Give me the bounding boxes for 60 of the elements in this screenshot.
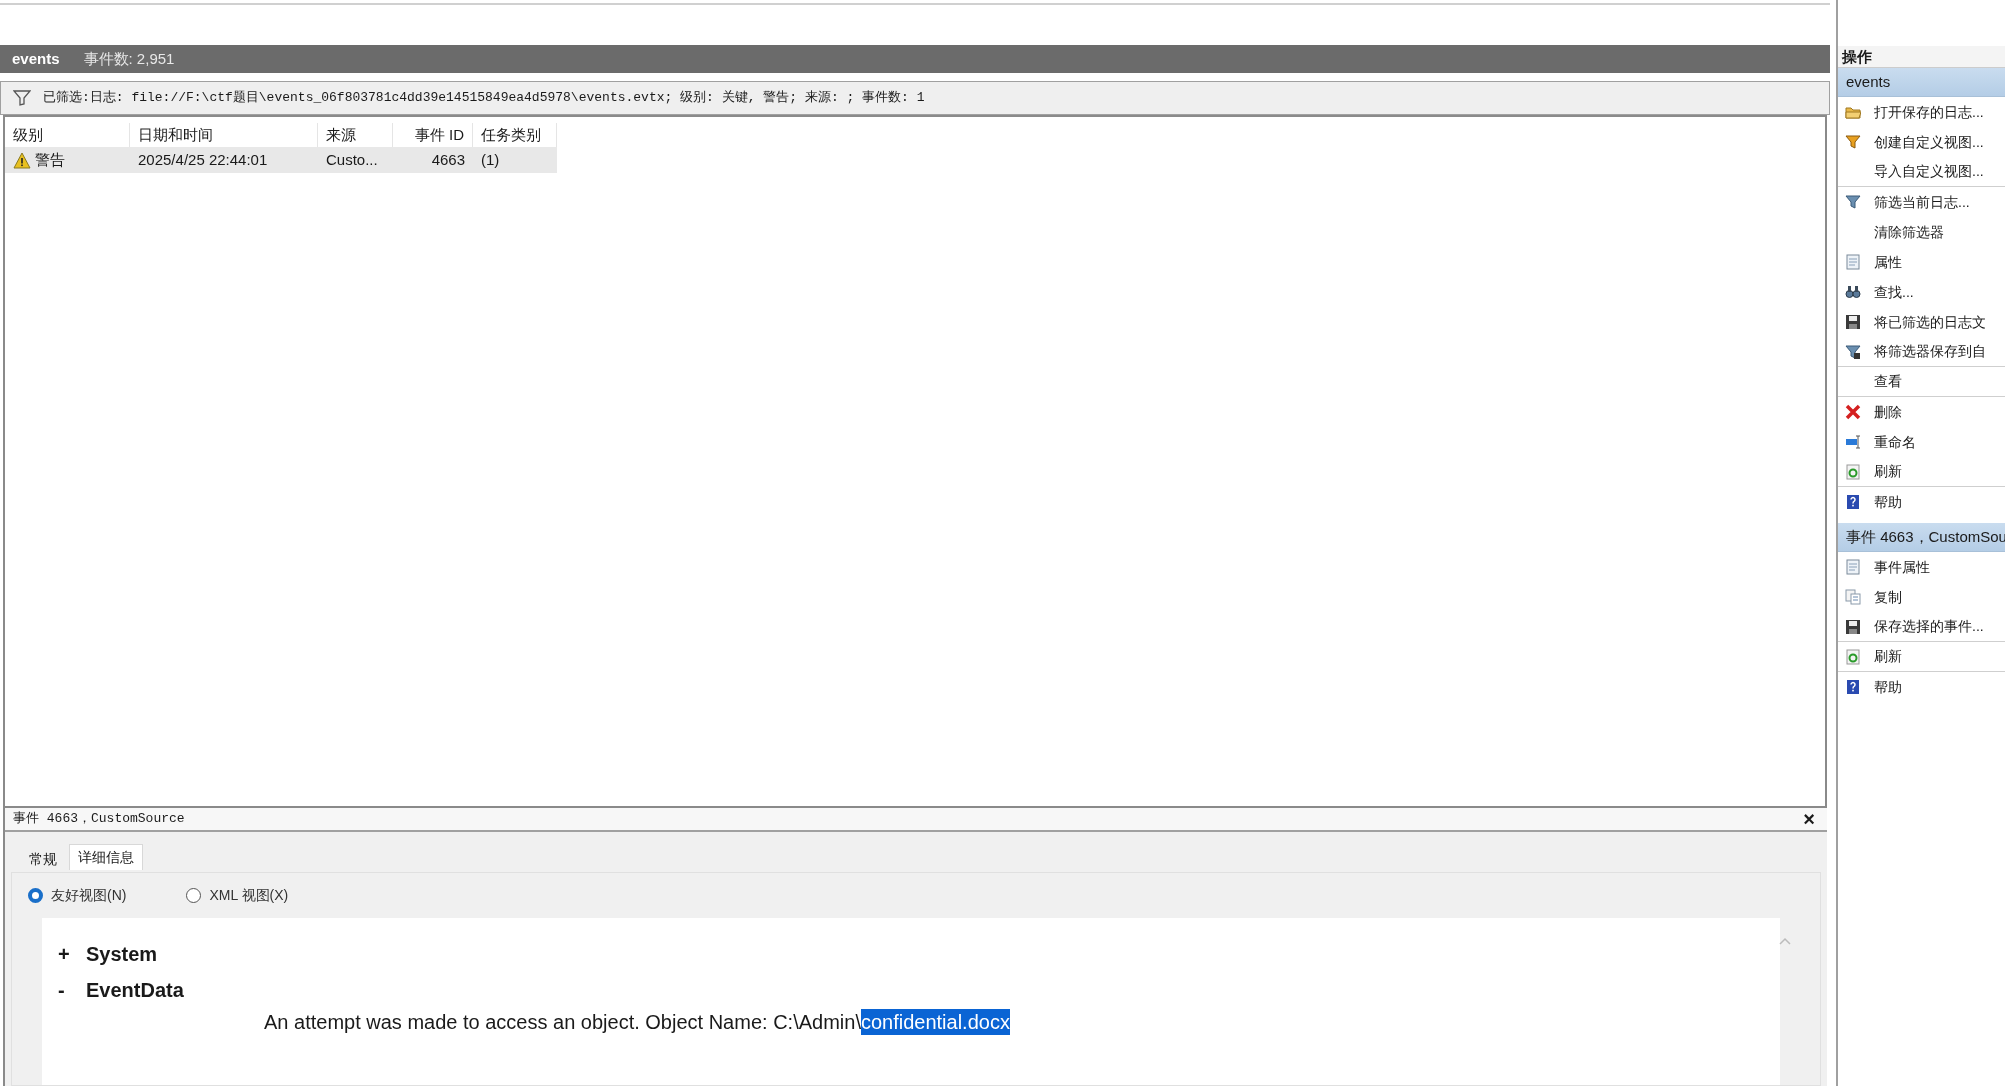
action-item[interactable]: 清除筛选器 [1838,217,2005,247]
log-name: events [12,48,60,69]
funnel-icon [13,90,31,106]
action-item[interactable]: 事件属性 [1838,552,2005,582]
funnel-icon [1845,194,1861,210]
tree-node-label[interactable]: EventData [86,975,184,1005]
action-item[interactable]: 刷新 [1838,457,2005,487]
binoculars-icon [1845,284,1861,300]
funnel-icon [1845,343,1861,360]
details-title: 事件 4663，CustomSource [13,810,185,829]
event-message: An attempt was made to access an object. Object Name: C:\Admin\ [264,1010,861,1035]
folder-icon [1845,104,1861,120]
document-icon [1845,559,1861,575]
delete-icon [1845,404,1861,420]
action-item[interactable]: 删除 [1838,397,2005,427]
section-header: 事件 4663，CustomSou [1838,523,2005,552]
radio-label[interactable]: XML 视图(X) [209,885,289,906]
table-cell-text: 4663 [431,149,465,170]
table-row[interactable]: 警告 2025/4/25 22:44:01 Custo... 4663 (1) [5,147,557,173]
event-count: 事件数: 2,951 [83,48,175,69]
table-cell-text: 警告 [35,149,65,170]
filter-description: 已筛选:日志: file://F:\ctf题目\events_06f803781c4dd39e14515849ea4d5978\events.evtx; 级别: 关键, 警告; 来源: ; 事件数: 1 [43,89,925,108]
action-item[interactable]: 查找... [1838,277,2005,307]
copy-icon [1845,589,1861,605]
actions-title: 操作 [1838,46,2005,68]
action-item[interactable]: 帮助 [1838,487,2005,517]
refresh-icon [1845,463,1861,480]
radio-label[interactable]: 友好视图(N) [51,885,127,906]
action-item[interactable]: 将已筛选的日志文 [1838,307,2005,337]
table-cell-text: (1) [481,149,500,170]
radio-button[interactable] [28,888,43,903]
section-header: events [1838,68,2005,97]
funnel-icon [1845,134,1861,150]
action-item[interactable]: 查看 [1838,367,2005,397]
close-button[interactable]: × [1799,809,1819,829]
radio-button[interactable] [186,888,202,903]
action-item[interactable]: 复制 [1838,582,2005,612]
warning-icon [13,151,31,169]
action-item[interactable]: 帮助 [1838,672,2005,702]
document-icon [1845,254,1861,270]
rename-icon [1845,434,1861,450]
tree-toggle[interactable]: + [58,939,70,969]
tree-toggle[interactable]: - [58,975,70,1005]
action-item[interactable]: 创建自定义视图... [1838,127,2005,157]
table-cell-text: 2025/4/25 22:44:01 [138,149,268,170]
action-item[interactable]: 保存选择的事件... [1838,612,2005,642]
help-icon [1845,679,1861,695]
tree-node-label[interactable]: System [86,939,158,969]
refresh-icon [1845,648,1861,665]
action-item[interactable]: 打开保存的日志... [1838,97,2005,127]
action-item[interactable]: 重命名 [1838,427,2005,457]
details-tab[interactable]: 常规 [21,846,65,872]
help-icon [1845,494,1861,510]
action-item[interactable]: 筛选当前日志... [1838,187,2005,217]
action-item[interactable]: 将筛选器保存到自 [1838,337,2005,367]
action-item[interactable]: 导入自定义视图... [1838,157,2005,187]
details-tab[interactable]: 详细信息 [69,844,143,870]
table-cell-text: Custo... [326,149,378,170]
action-item[interactable]: 属性 [1838,247,2005,277]
action-item[interactable]: 刷新 [1838,642,2005,672]
